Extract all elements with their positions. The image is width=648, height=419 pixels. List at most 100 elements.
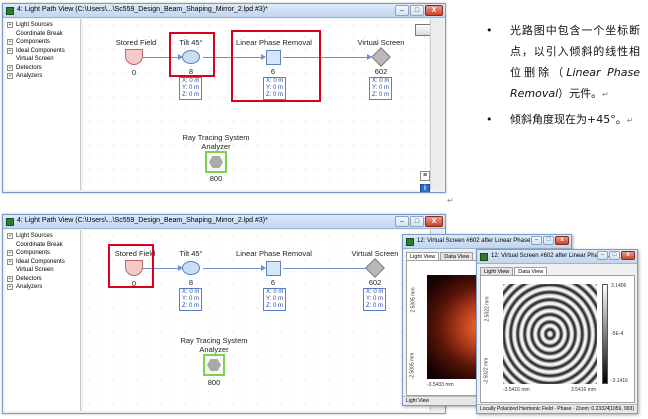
note-item: • 光路图中包含一个坐标断点，以引入倾斜的线性相位删除（Linear Phase… <box>480 20 640 105</box>
y-axis-top-label: 2.5022 mm <box>484 296 491 322</box>
plot-panel: 2.5022 mm -2.5022 mm -3.5416 mm 3.5416 m… <box>480 275 635 403</box>
app-icon <box>6 218 14 226</box>
analyzer-node[interactable] <box>205 151 227 173</box>
tilt-coordinates: X: 0 m Y: 0 m Z: 0 m <box>179 288 203 311</box>
minimize-button[interactable]: – <box>395 5 409 16</box>
lpr-id: 6 <box>270 278 276 287</box>
minimize-button[interactable]: – <box>597 251 608 260</box>
tree-item-light-sources[interactable]: + Light Sources <box>5 21 80 30</box>
y-axis-top-label: 2.5005 mm <box>410 287 417 313</box>
light-path-canvas[interactable]: Stored Field 0 Tilt 45° 8 X: 0 m Y: 0 m … <box>83 230 429 411</box>
light-path-canvas[interactable]: Stored Field 0 Tilt 45° 8 X: 0 m Y: 0 m … <box>83 19 431 192</box>
paragraph-mark: ↵ <box>447 196 454 205</box>
title-bar[interactable]: 4: Light Path View (C:\Users\...\Sc559_D… <box>3 4 445 18</box>
colorbar-max-label: 3.1406 <box>611 283 627 289</box>
hexagon-icon <box>207 359 221 371</box>
connector-line <box>283 268 369 269</box>
highlight-box-tilt <box>169 32 215 77</box>
maximize-button[interactable]: □ <box>410 216 424 227</box>
tree-item-ideal-components[interactable]: + Ideal Components <box>5 258 80 267</box>
tree-item-light-sources[interactable]: + Light Sources <box>5 232 80 241</box>
x-axis-left-label: -3.5416 mm <box>503 387 530 393</box>
window-title: 4: Light Path View (C:\Users\...\Sc559_D… <box>17 6 268 13</box>
analyzer-id: 800 <box>209 174 223 183</box>
expand-icon[interactable]: + <box>7 47 13 54</box>
virtual-screen-node[interactable] <box>371 47 391 67</box>
light-path-view-window-top: 4: Light Path View (C:\Users\...\Sc559_D… <box>2 3 446 193</box>
tree-item-components[interactable]: + Components <box>5 38 80 47</box>
analyzer-label: Ray Tracing System Analyzer <box>180 336 248 354</box>
virtual-screen-label: Virtual Screen <box>357 38 405 47</box>
expand-icon[interactable]: + <box>7 284 13 291</box>
tree-item-coordinate-break[interactable]: Coordinate Break <box>5 241 80 250</box>
expand-icon[interactable]: + <box>7 73 13 80</box>
notes-panel: • 光路图中包含一个坐标断点，以引入倾斜的线性相位删除（Linear Phase… <box>480 20 640 135</box>
window-title: 12: Virtual Screen #602 after Linear Pha… <box>491 253 611 259</box>
x-axis-right-label: 3.5416 mm <box>571 387 597 393</box>
colorbar-mid-label: -5E-4 <box>611 331 624 337</box>
window-title: 12: Virtual Screen #602 after Linear Pha… <box>417 238 537 244</box>
maximize-button[interactable]: □ <box>609 251 620 260</box>
lpr-coordinates: X: 0 m Y: 0 m Z: 0 m <box>263 288 287 311</box>
close-button[interactable]: X <box>425 5 443 16</box>
toolbox-icon[interactable] <box>415 24 431 36</box>
tree-item-ideal-components[interactable]: + Ideal Components <box>5 47 80 56</box>
app-icon <box>480 253 488 261</box>
expand-icon[interactable]: + <box>7 39 13 46</box>
light-path-view-window-bottom: 4: Light Path View (C:\Users\...\Sc559_D… <box>2 214 446 414</box>
virtual-screen-node[interactable] <box>365 258 385 278</box>
close-button[interactable]: x <box>555 236 569 245</box>
bullet: • <box>486 113 493 126</box>
x-axis-left-label: -3.5433 mm <box>427 382 454 388</box>
expand-icon[interactable]: + <box>7 22 13 29</box>
virtual-screen-data-view-window: 12: Virtual Screen #602 after Linear Pha… <box>476 249 638 414</box>
app-icon <box>406 238 414 246</box>
phase-view-image <box>503 284 597 384</box>
title-bar[interactable]: 12: Virtual Screen #602 after Linear Pha… <box>403 235 571 249</box>
tilt-node[interactable] <box>182 261 200 275</box>
expand-icon[interactable]: + <box>7 64 13 71</box>
lpr-node[interactable] <box>266 261 281 276</box>
expand-icon[interactable]: + <box>7 250 13 257</box>
info-icon[interactable]: i <box>420 184 430 192</box>
connector-line <box>203 268 263 269</box>
vertical-scrollbar[interactable] <box>430 19 443 190</box>
tree-item-components[interactable]: + Components <box>5 249 80 258</box>
maximize-button[interactable]: □ <box>543 236 554 245</box>
tree-item-virtual-screen[interactable]: Virtual Screen <box>5 55 80 64</box>
virtual-screen-label: Virtual Screen <box>351 249 399 258</box>
close-button[interactable]: X <box>425 216 443 227</box>
tree-item-analyzers[interactable]: + Analyzers <box>5 72 80 81</box>
tree-item-analyzers[interactable]: + Analyzers <box>5 283 80 292</box>
window-title: 4: Light Path View (C:\Users\...\Sc559_D… <box>17 217 268 224</box>
highlight-box-lpr <box>231 30 321 102</box>
expand-icon[interactable]: + <box>7 275 13 282</box>
tree-item-detectors[interactable]: + Detectors <box>5 275 80 284</box>
component-tree: + Light Sources Coordinate Break + Compone… <box>5 230 81 411</box>
tree-item-virtual-screen[interactable]: Virtual Screen <box>5 266 80 275</box>
tilt-coordinates: X: 0 m Y: 0 m Z: 0 m <box>179 77 203 100</box>
minimize-button[interactable]: – <box>395 216 409 227</box>
status-bar: Locally Polarized Harmonic Field - Phase… <box>477 404 637 413</box>
tilt-label: Tilt 45° <box>179 249 203 258</box>
expand-icon[interactable]: + <box>7 258 13 265</box>
minimize-button[interactable]: – <box>531 236 542 245</box>
app-icon <box>6 7 14 15</box>
tree-item-detectors[interactable]: + Detectors <box>5 64 80 73</box>
stored-field-id: 0 <box>131 68 137 77</box>
stored-field-node[interactable] <box>125 49 143 65</box>
lpr-label: Linear Phase Removal <box>236 249 312 258</box>
maximize-button[interactable]: □ <box>410 5 424 16</box>
close-button[interactable]: x <box>621 251 635 260</box>
colorbar <box>602 284 608 384</box>
document-icon[interactable]: ≡ <box>420 171 430 181</box>
hexagon-icon <box>209 156 223 168</box>
analyzer-node[interactable] <box>203 354 225 376</box>
title-bar[interactable]: 12: Virtual Screen #602 after Linear Pha… <box>477 250 637 264</box>
colorbar-min-label: -3.1416 <box>611 378 628 384</box>
y-axis-bottom-label: -2.5022 mm <box>483 357 490 385</box>
title-bar[interactable]: 4: Light Path View (C:\Users\...\Sc559_D… <box>3 215 445 229</box>
tree-item-coordinate-break[interactable]: Coordinate Break <box>5 30 80 39</box>
analyzer-label: Ray Tracing System Analyzer <box>182 133 250 151</box>
expand-icon[interactable]: + <box>7 233 13 240</box>
